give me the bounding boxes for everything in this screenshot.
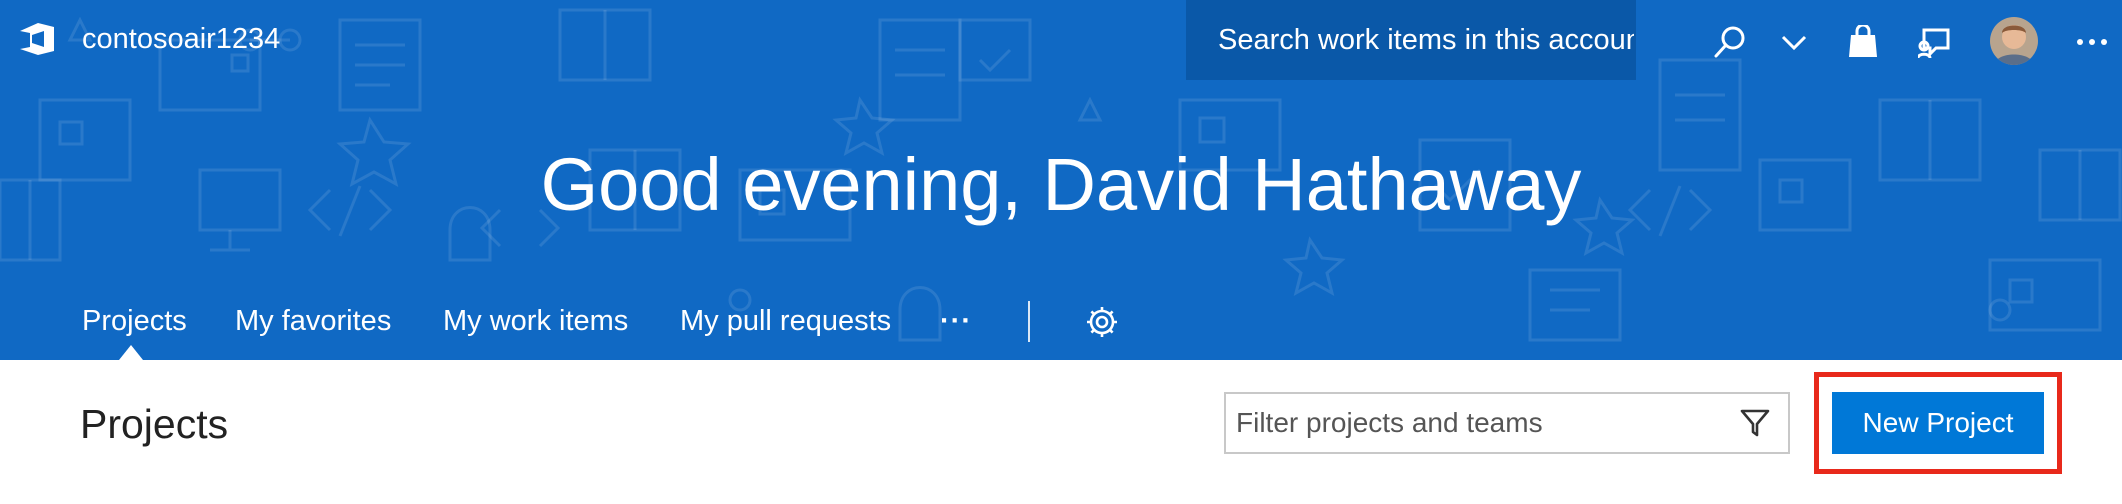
page-title: Projects — [80, 401, 229, 447]
search-icon[interactable] — [1710, 22, 1750, 62]
selected-tab-indicator — [119, 345, 143, 360]
search-box[interactable] — [1186, 0, 1636, 80]
chevron-down-icon[interactable] — [1774, 22, 1814, 62]
more-icon[interactable] — [2070, 20, 2114, 64]
tab-projects[interactable]: Projects — [82, 296, 187, 346]
filter-box[interactable] — [1224, 392, 1790, 454]
search-input[interactable] — [1186, 22, 1636, 58]
gear-icon[interactable] — [1084, 304, 1120, 340]
azure-devops-logo-icon — [20, 23, 54, 55]
tab-my-work-items[interactable]: My work items — [443, 296, 628, 346]
tab-my-favorites[interactable]: My favorites — [235, 296, 391, 346]
account-name: contosoair1234 — [82, 22, 281, 55]
filter-funnel-icon[interactable] — [1732, 400, 1778, 446]
filter-input[interactable] — [1226, 406, 1732, 440]
tabs-more-button[interactable]: ··· — [940, 296, 972, 346]
greeting: Good evening, David Hathaway — [540, 143, 1582, 226]
new-project-button[interactable]: New Project — [1832, 392, 2044, 454]
feedback-icon[interactable] — [1913, 20, 1957, 64]
shopping-bag-icon[interactable] — [1841, 20, 1885, 64]
tab-my-pull-requests[interactable]: My pull requests — [680, 296, 891, 346]
avatar[interactable] — [1990, 17, 2038, 65]
tab-divider — [1028, 301, 1030, 342]
brand[interactable]: contosoair1234 — [18, 18, 280, 60]
hero-banner: contosoair1234 Search work items in this… — [0, 0, 2122, 360]
